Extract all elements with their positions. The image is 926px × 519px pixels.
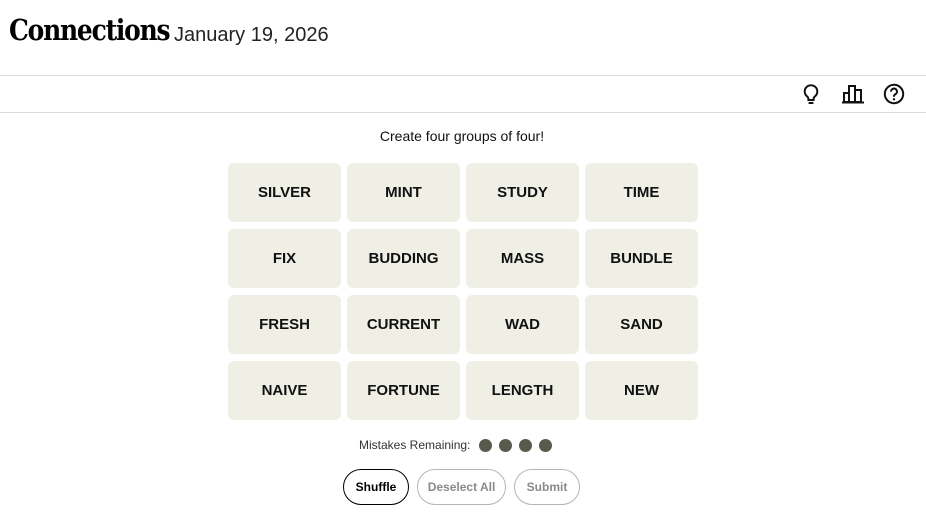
toolbar <box>0 76 926 113</box>
mistake-dots <box>479 438 559 452</box>
word-tile[interactable]: TIME <box>585 163 698 222</box>
word-tile[interactable]: BUNDLE <box>585 229 698 288</box>
word-tile[interactable]: SILVER <box>228 163 341 222</box>
word-tile[interactable]: CURRENT <box>347 295 460 354</box>
word-tile[interactable]: FIX <box>228 229 341 288</box>
mistake-dot <box>519 438 533 452</box>
stats-bar-chart-icon[interactable] <box>841 82 865 106</box>
mistakes-label: Mistakes Remaining: <box>359 438 471 452</box>
word-tile[interactable]: SAND <box>585 295 698 354</box>
word-tile[interactable]: WAD <box>466 295 579 354</box>
shuffle-button[interactable]: Shuffle <box>343 469 409 505</box>
help-question-icon[interactable] <box>882 82 906 106</box>
hint-lightbulb-icon[interactable] <box>799 82 823 106</box>
word-tile[interactable]: STUDY <box>466 163 579 222</box>
mistakes-remaining: Mistakes Remaining: <box>359 437 559 453</box>
word-tile[interactable]: NEW <box>585 361 698 420</box>
word-tile[interactable]: FORTUNE <box>347 361 460 420</box>
word-tile[interactable]: BUDDING <box>347 229 460 288</box>
mistake-dot <box>479 438 493 452</box>
word-tile[interactable]: NAIVE <box>228 361 341 420</box>
mistake-dot <box>539 438 553 452</box>
puzzle-date: January 19, 2026 <box>174 24 329 46</box>
header: Connections January 19, 2026 <box>0 0 926 76</box>
word-tile[interactable]: MINT <box>347 163 460 222</box>
page-title: Connections <box>9 13 171 47</box>
instructions-text: Create four groups of four! <box>379 128 545 144</box>
word-tile[interactable]: MASS <box>466 229 579 288</box>
mistake-dot <box>499 438 513 452</box>
deselect-all-button[interactable]: Deselect All <box>417 469 506 505</box>
submit-button[interactable]: Submit <box>514 469 580 505</box>
word-tile[interactable]: LENGTH <box>466 361 579 420</box>
word-tile[interactable]: FRESH <box>228 295 341 354</box>
word-grid: SILVER MINT STUDY TIME FIX BUDDING MASS … <box>228 163 698 421</box>
